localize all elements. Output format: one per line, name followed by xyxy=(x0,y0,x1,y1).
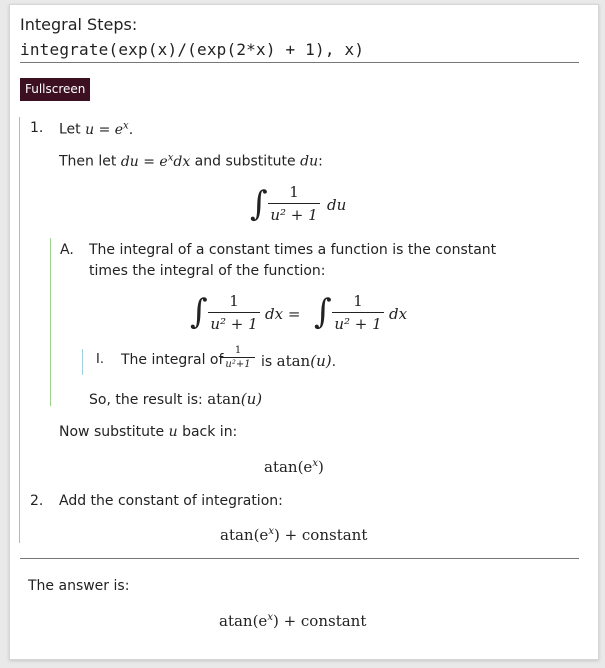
back-result-arg: (e xyxy=(297,458,313,476)
fraction-3-bar xyxy=(332,312,384,313)
step-2-result-fn: atan xyxy=(220,526,254,544)
step-2-result: atan(ex) + constant xyxy=(220,526,367,544)
answer-result-fn: atan xyxy=(219,612,253,630)
equation-a-left-diff: dx = xyxy=(265,305,301,323)
step-2-text: Add the constant of integration: xyxy=(59,493,283,509)
answer-result-close: ) + constant xyxy=(272,612,367,630)
fraction-4: 1 u²+1 xyxy=(221,345,255,370)
substep-guide-line xyxy=(50,238,51,406)
fraction-3: 1 u² + 1 xyxy=(332,292,384,333)
answer-label: The answer is: xyxy=(28,578,130,594)
answer-result: atan(ex) + constant xyxy=(219,612,366,630)
step-1-let-prefix: Let xyxy=(59,121,81,138)
back-result-close: ) xyxy=(317,458,324,476)
subsubstep-prefix: The integral of xyxy=(121,352,224,368)
integral-steps-panel: Integral Steps: integrate(exp(x)/(exp(2*… xyxy=(9,4,599,660)
substep-result-prefix: So, the result is: xyxy=(89,392,203,408)
fraction-1: 1 u² + 1 xyxy=(268,183,320,224)
substep-a-letter: A. xyxy=(60,242,74,258)
subsubstep-i-roman: I. xyxy=(96,352,104,367)
then-prefix: Then let xyxy=(59,153,117,170)
substep-result-arg: (u) xyxy=(240,390,263,408)
step-1-then: Then let du = exdx and substitute du: xyxy=(59,152,323,170)
step-2-result-arg: (e xyxy=(253,526,269,544)
back-sub-prefix: Now substitute xyxy=(59,424,165,440)
back-sub-variable: u xyxy=(168,424,178,440)
fraction-4-numerator: 1 xyxy=(234,345,242,356)
then-mid: and substitute xyxy=(194,153,296,170)
let-exponent: x xyxy=(123,120,129,131)
integral-sign-1: ∫ xyxy=(250,184,268,224)
fraction-3-denominator: u² + 1 xyxy=(334,315,382,333)
subsubstep-i-result: is atan(u). xyxy=(261,352,336,370)
fraction-4-denominator: u²+1 xyxy=(225,359,251,370)
panel-title: Integral Steps: xyxy=(20,15,138,34)
fraction-2-denominator: u² + 1 xyxy=(210,315,258,333)
subsubstep-result-arg: (u) xyxy=(310,352,332,370)
fraction-1-bar xyxy=(268,203,320,204)
integral-1-diff: du xyxy=(327,196,347,214)
back-substitute-text: Now substitute u back in: xyxy=(59,424,237,440)
equation-a-right-diff: dx xyxy=(389,305,408,323)
back-sub-tail: back in: xyxy=(182,424,238,440)
step-1-let-math: u = ex. xyxy=(85,120,134,138)
then-differential: dx xyxy=(173,153,191,170)
then-colon: : xyxy=(318,153,323,170)
subsubstep-guide-line xyxy=(82,349,83,375)
fraction-1-denominator: u² + 1 xyxy=(270,206,318,224)
subsubstep-i-text: The integral of xyxy=(121,352,223,368)
steps-guide-line xyxy=(19,117,20,543)
then-math2: du xyxy=(300,153,319,170)
then-math: du = exdx xyxy=(120,152,191,170)
fraction-4-bar xyxy=(221,357,255,358)
substep-a-result: So, the result is: atan(u) xyxy=(89,390,262,408)
fraction-3-numerator: 1 xyxy=(353,292,363,310)
then-expression: du = e xyxy=(120,153,168,170)
step-1-number: 1. xyxy=(30,120,44,136)
fraction-2: 1 u² + 1 xyxy=(208,292,260,333)
back-substitute-result: atan(ex) xyxy=(264,458,324,476)
fraction-2-bar xyxy=(208,312,260,313)
substep-a-line1: The integral of a constant times a funct… xyxy=(89,242,497,258)
step-2-result-close: ) + constant xyxy=(273,526,368,544)
let-expression: u = e xyxy=(85,121,124,138)
answer-result-arg: (e xyxy=(252,612,268,630)
subsubstep-mid: is xyxy=(261,354,273,370)
back-result-fn: atan xyxy=(264,458,298,476)
answer-divider xyxy=(20,558,579,559)
substep-result-fn: atan xyxy=(207,390,241,408)
fraction-2-numerator: 1 xyxy=(229,292,239,310)
step-1-let: Let u = ex. xyxy=(59,120,133,138)
integral-sign-2: ∫ xyxy=(190,292,208,332)
fraction-1-numerator: 1 xyxy=(289,183,299,201)
integral-sign-3: ∫ xyxy=(314,292,332,332)
header-divider xyxy=(20,62,579,63)
fullscreen-button[interactable]: Fullscreen xyxy=(20,78,91,101)
substep-a-line2: times the integral of the function: xyxy=(89,263,326,279)
subsubstep-result-end: . xyxy=(331,354,337,370)
step-2-number: 2. xyxy=(30,493,44,509)
subsubstep-result-fn: atan xyxy=(276,352,311,370)
integral-query: integrate(exp(x)/(exp(2*x) + 1), x) xyxy=(20,40,365,59)
